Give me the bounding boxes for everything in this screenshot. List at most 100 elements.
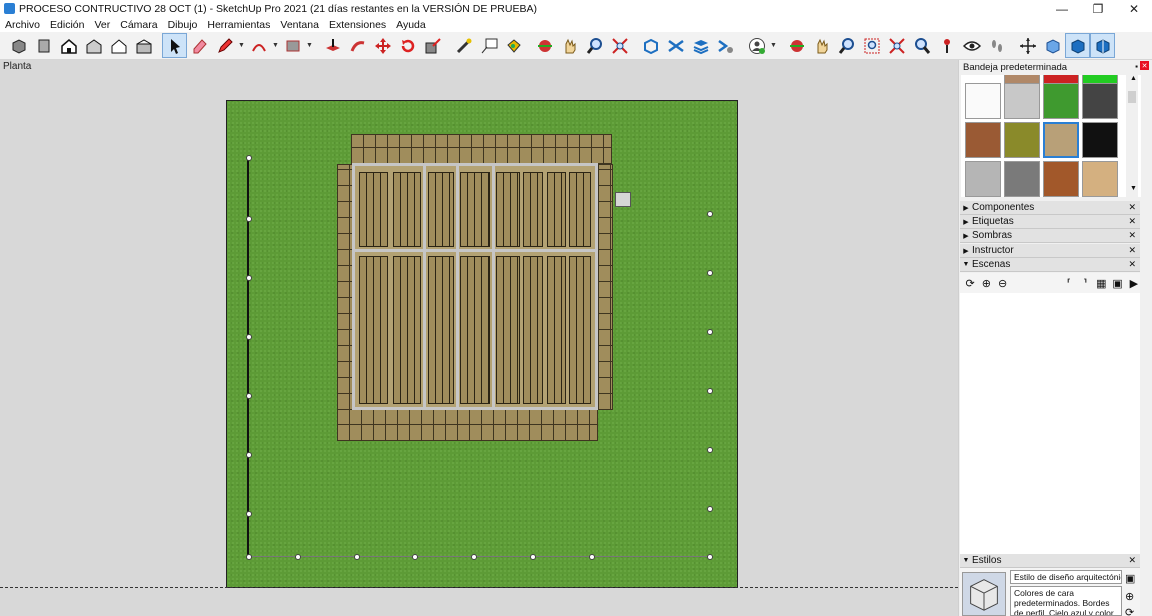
front-view-button[interactable] (56, 33, 81, 58)
text-tool-button[interactable] (476, 33, 501, 58)
slab-formwork-frame[interactable] (352, 163, 598, 410)
left-view-button[interactable] (131, 33, 156, 58)
scroll-thumb[interactable] (1128, 91, 1136, 103)
grid-point[interactable] (246, 452, 252, 458)
scale-tool-button[interactable] (420, 33, 445, 58)
material-swatch[interactable] (1004, 161, 1040, 197)
joist-panel[interactable] (496, 172, 520, 247)
joist-panel[interactable] (547, 172, 566, 247)
warehouse-button[interactable] (638, 33, 663, 58)
menu-ventana[interactable]: Ventana (275, 19, 324, 31)
material-swatch[interactable] (1082, 122, 1118, 158)
zoom-window-button[interactable] (859, 33, 884, 58)
grid-point[interactable] (530, 554, 536, 560)
joist-panel[interactable] (569, 172, 591, 247)
grid-point[interactable] (246, 216, 252, 222)
layout-button[interactable] (688, 33, 713, 58)
pan-tool-button-2[interactable] (809, 33, 834, 58)
grid-point[interactable] (707, 211, 713, 217)
joist-panel[interactable] (359, 256, 388, 404)
left-decking-strip[interactable] (337, 164, 353, 410)
bottom-decking-strip[interactable] (337, 409, 598, 441)
materials-scrollbar[interactable]: ▲ ▼ (1126, 75, 1138, 197)
zoom-extents-button-2[interactable] (884, 33, 909, 58)
panel-close-icon[interactable]: ✕ (1128, 230, 1136, 241)
iso-view-button[interactable] (6, 33, 31, 58)
material-swatch[interactable] (1082, 83, 1118, 119)
zoom-extents-button[interactable] (607, 33, 632, 58)
right-view-button[interactable] (81, 33, 106, 58)
save-style-icon[interactable]: ▣ (1125, 572, 1135, 585)
grid-point[interactable] (707, 270, 713, 276)
materials-browser[interactable] (961, 75, 1141, 197)
menu-archivo[interactable]: Archivo (0, 19, 45, 31)
account-dropdown[interactable]: ▼ (769, 33, 778, 58)
joist-panel[interactable] (569, 256, 591, 404)
zoom-tool-button[interactable] (582, 33, 607, 58)
position-camera-button[interactable] (934, 33, 959, 58)
pan-tool-button[interactable] (557, 33, 582, 58)
grid-point[interactable] (246, 155, 252, 161)
material-swatch[interactable] (1043, 83, 1079, 119)
rotate-tool-button[interactable] (395, 33, 420, 58)
material-swatch[interactable] (965, 122, 1001, 158)
menu-herramientas[interactable]: Herramientas (202, 19, 275, 31)
grid-point[interactable] (707, 506, 713, 512)
zoom-tool-button-2[interactable] (834, 33, 859, 58)
scroll-up-icon[interactable]: ▲ (1130, 75, 1137, 82)
close-button[interactable]: ✕ (1116, 0, 1152, 17)
menu-extensiones[interactable]: Extensiones (324, 19, 391, 31)
account-button[interactable] (744, 33, 769, 58)
joist-panel[interactable] (428, 256, 454, 404)
panel-close-icon[interactable]: ✕ (1128, 202, 1136, 213)
orbit-tool-button-2[interactable] (784, 33, 809, 58)
material-swatch-selected[interactable] (1043, 122, 1079, 158)
shape-tool-dropdown[interactable]: ▼ (305, 33, 314, 58)
panel-escenas[interactable]: ▼ Escenas ✕ (960, 258, 1140, 272)
tape-measure-button[interactable] (451, 33, 476, 58)
minimize-button[interactable]: — (1044, 0, 1080, 17)
grid-point[interactable] (707, 329, 713, 335)
look-around-button[interactable] (959, 33, 984, 58)
material-swatch[interactable] (1082, 161, 1118, 197)
eraser-tool-button[interactable] (187, 33, 212, 58)
joist-panel[interactable] (523, 256, 543, 404)
panel-instructor[interactable]: ▶ Instructor ✕ (960, 244, 1140, 258)
walk-button[interactable] (984, 33, 1009, 58)
details-icon[interactable]: ▣ (1112, 277, 1124, 290)
grid-point[interactable] (412, 554, 418, 560)
extension-warehouse-button[interactable] (663, 33, 688, 58)
display-section-cuts-button[interactable] (1090, 33, 1115, 58)
grid-point[interactable] (246, 275, 252, 281)
paint-bucket-button[interactable] (501, 33, 526, 58)
grid-point[interactable] (295, 554, 301, 560)
material-swatch[interactable] (965, 83, 1001, 119)
menu-edicion[interactable]: Edición (45, 19, 89, 31)
shape-tool-button[interactable] (280, 33, 305, 58)
material-swatch[interactable] (1043, 161, 1079, 197)
style-name-field[interactable]: Estilo de diseño arquitectónico (1010, 570, 1122, 584)
add-scene-icon[interactable]: ⊕ (980, 277, 992, 290)
grid-point[interactable] (707, 554, 713, 560)
refresh-scene-icon[interactable]: ⟳ (964, 277, 976, 290)
material-swatch[interactable] (1004, 83, 1040, 119)
push-pull-button[interactable] (320, 33, 345, 58)
joist-panel[interactable] (428, 172, 454, 247)
scene-up-icon[interactable]: ⸢ (1063, 277, 1075, 290)
panel-close-icon[interactable]: ✕ (1128, 216, 1136, 227)
joist-panel[interactable] (359, 172, 388, 247)
grid-point[interactable] (707, 447, 713, 453)
style-description-field[interactable]: Colores de cara predeterminados. Bordes … (1010, 586, 1122, 616)
tray-close-button[interactable]: ✕ (1140, 61, 1149, 70)
maximize-button[interactable]: ❐ (1080, 0, 1116, 17)
grid-point[interactable] (246, 334, 252, 340)
right-decking-strip[interactable] (598, 164, 613, 410)
material-swatch[interactable] (1004, 122, 1040, 158)
grid-point[interactable] (589, 554, 595, 560)
grid-point[interactable] (354, 554, 360, 560)
panel-close-icon[interactable]: ✕ (1128, 555, 1136, 566)
joist-panel[interactable] (496, 256, 520, 404)
panel-componentes[interactable]: ▶ Componentes ✕ (960, 201, 1140, 215)
joist-panel[interactable] (547, 256, 566, 404)
grid-point[interactable] (246, 554, 252, 560)
